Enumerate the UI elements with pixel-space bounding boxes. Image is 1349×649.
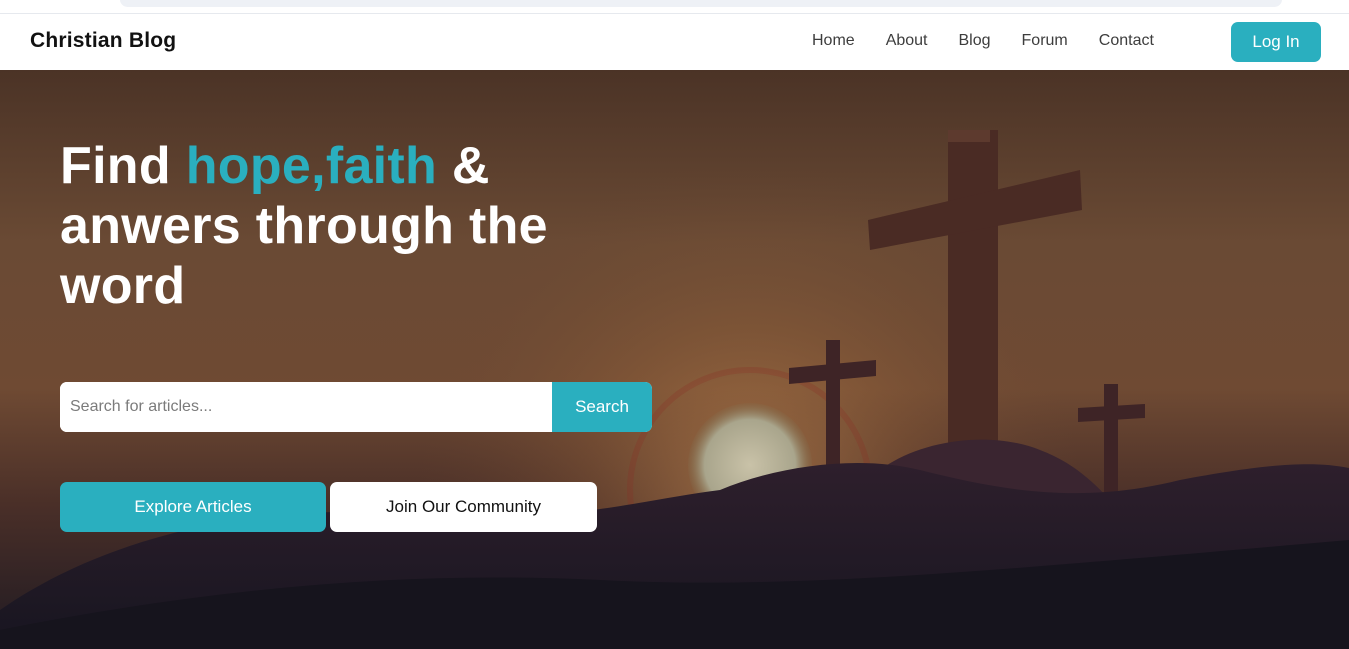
site-logo[interactable]: Christian Blog [30,29,176,53]
nav-blog[interactable]: Blog [959,32,991,50]
browser-address-strip [0,0,1349,14]
address-bar[interactable] [120,0,1282,7]
join-community-button[interactable]: Join Our Community [330,482,597,532]
nav-home[interactable]: Home [812,32,855,50]
nav-forum[interactable]: Forum [1022,32,1068,50]
hero-section: Find hope,faith & anwers through the wor… [0,70,1349,649]
nav-contact[interactable]: Contact [1099,32,1154,50]
headline-prefix: Find [60,137,186,195]
nav-about[interactable]: About [886,32,928,50]
hero-cta-group: Explore Articles Join Our Community [60,482,597,532]
headline-accent: hope,faith [185,137,438,195]
search-button[interactable]: Search [552,382,652,432]
login-button[interactable]: Log In [1231,22,1321,62]
search-bar: Search [60,382,652,432]
explore-articles-button[interactable]: Explore Articles [60,482,326,532]
hero-headline: Find hope,faith & anwers through the wor… [60,136,680,316]
main-nav: Home About Blog Forum Contact [812,32,1185,50]
site-header: Christian Blog Home About Blog Forum Con… [0,14,1349,70]
search-input[interactable] [60,382,552,432]
